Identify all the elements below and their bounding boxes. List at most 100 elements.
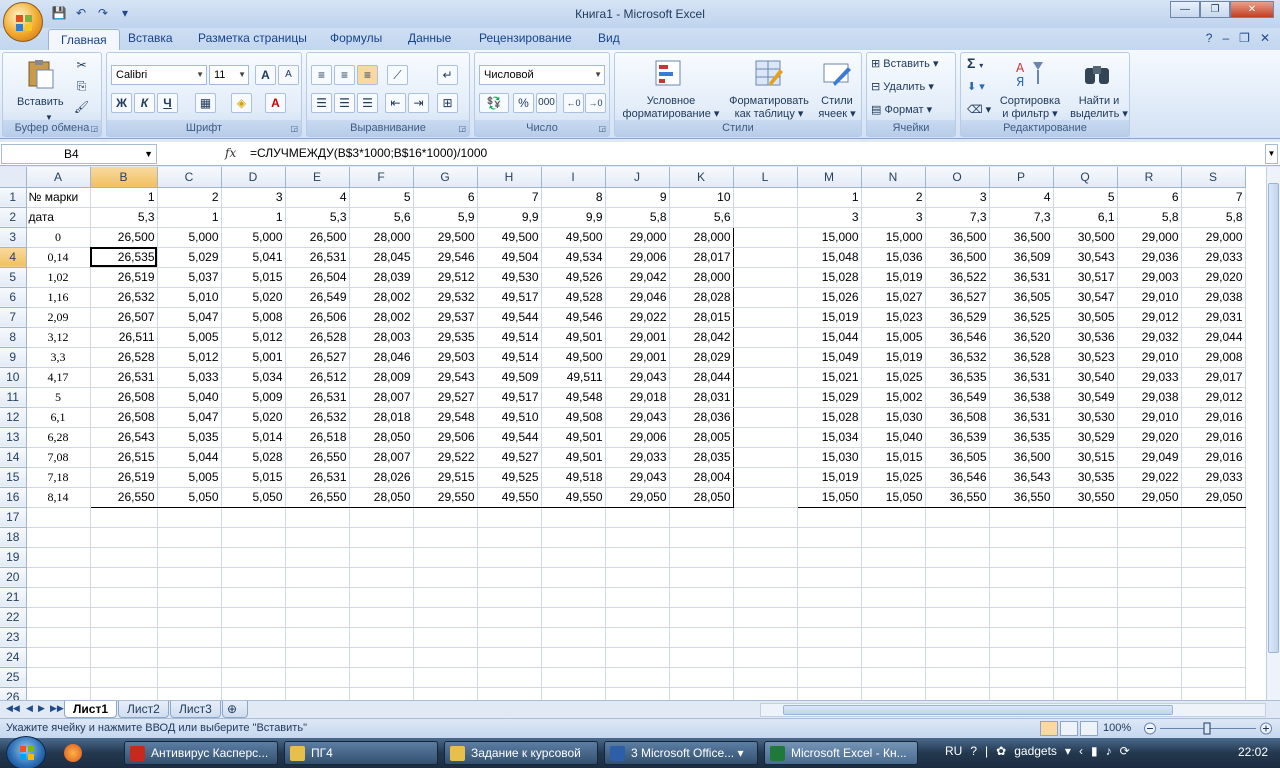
cell[interactable]: 36,520 [989,327,1054,348]
cell[interactable] [90,667,158,688]
cell[interactable] [413,507,478,528]
cell[interactable]: 10 [669,187,734,208]
cell[interactable] [477,567,542,588]
cell[interactable]: 15,050 [861,487,926,508]
cell[interactable] [989,587,1054,608]
tab-home[interactable]: Главная [48,29,120,51]
cell[interactable]: 5,012 [221,327,286,348]
cell[interactable]: 26,500 [285,226,350,248]
sync-icon[interactable]: ⟳ [1120,744,1130,758]
cell[interactable]: 5,009 [221,387,286,408]
paste-button[interactable]: Вставить [17,96,64,109]
cell[interactable]: 28,050 [349,427,414,448]
cell[interactable]: 29,506 [413,427,478,448]
next-sheet-icon[interactable]: ▶ [38,703,45,714]
cell[interactable] [797,587,862,608]
dialog-launcher-icon[interactable]: ◲ [598,124,606,133]
cell[interactable] [26,547,91,568]
cell[interactable] [733,507,798,528]
row-header[interactable]: 19 [0,547,27,568]
cell[interactable] [26,587,91,608]
cell[interactable] [733,307,798,328]
taskbar-item-excel[interactable]: Microsoft Excel - Кн... [764,741,918,765]
cell[interactable] [861,667,926,688]
cell[interactable]: 2,09 [26,307,91,328]
cell[interactable] [285,527,350,548]
align-right-icon[interactable]: ☰ [357,93,378,113]
cell[interactable]: 36,543 [989,467,1054,488]
cell[interactable] [221,647,286,668]
minimize-workbook-icon[interactable]: – [1222,31,1229,45]
cell[interactable]: 5,9 [413,207,478,228]
decrease-decimal-icon[interactable]: →0 [585,93,606,113]
cell[interactable] [541,627,606,648]
row-header[interactable]: 17 [0,507,27,528]
cell[interactable]: 15,015 [861,447,926,468]
cell[interactable]: 29,000 [605,226,670,248]
cell[interactable] [861,567,926,588]
cell[interactable] [733,207,798,228]
cell[interactable] [285,667,350,688]
cell[interactable]: 49,500 [477,226,542,248]
cell[interactable] [1053,687,1118,700]
cell[interactable] [797,627,862,648]
cell[interactable]: 29,020 [1117,427,1182,448]
cell[interactable]: 49,510 [477,407,542,428]
cell[interactable]: 49,509 [477,367,542,388]
cell[interactable]: 29,016 [1181,447,1246,468]
cell[interactable]: дата [26,207,91,228]
increase-indent-icon[interactable]: ⇥ [408,93,429,113]
cell[interactable] [26,607,91,628]
cell[interactable] [26,687,91,700]
align-top-icon[interactable]: ≡ [311,65,332,85]
cell[interactable]: 5,044 [157,447,222,468]
cell[interactable]: 36,535 [925,367,990,388]
cell[interactable] [1053,507,1118,528]
cell[interactable] [669,627,734,648]
cell[interactable]: 5,050 [221,487,286,508]
cell[interactable] [797,567,862,588]
row-header[interactable]: 10 [0,367,27,388]
cell[interactable]: 30,515 [1053,447,1118,468]
cell[interactable]: 29,000 [1181,226,1246,248]
cell[interactable]: 29,546 [413,247,478,268]
cell[interactable]: 26,550 [285,447,350,468]
cell[interactable] [477,507,542,528]
cell[interactable] [733,487,798,508]
cell[interactable] [605,607,670,628]
cell[interactable] [285,647,350,668]
cell[interactable]: 36,532 [925,347,990,368]
cell[interactable] [797,607,862,628]
cell[interactable] [285,607,350,628]
cell[interactable] [285,507,350,528]
cell[interactable] [413,547,478,568]
start-button[interactable] [6,736,46,768]
cell[interactable]: 5,008 [221,307,286,328]
cell[interactable]: 15,048 [796,247,862,268]
cell[interactable]: 26,531 [285,467,350,488]
cell[interactable]: 28,029 [669,347,734,368]
cell[interactable]: 49,544 [477,307,542,328]
cell[interactable]: 49,517 [477,387,542,408]
insert-cells-button[interactable]: ⊞ Вставить ▾ [871,58,939,71]
cell[interactable]: 9,9 [541,207,606,228]
cell[interactable] [349,607,414,628]
cell[interactable]: 36,531 [989,267,1054,288]
cell[interactable] [477,547,542,568]
cell[interactable] [605,507,670,528]
cell[interactable] [925,647,990,668]
cell[interactable]: 30,517 [1053,267,1118,288]
cell[interactable]: 26,511 [89,327,158,348]
minimize-button[interactable]: — [1170,1,1200,18]
column-header[interactable]: C [157,167,222,188]
cell[interactable] [349,567,414,588]
format-cells-button[interactable]: ▤ Формат ▾ [871,104,932,117]
cell[interactable] [26,567,91,588]
cell[interactable] [477,667,542,688]
cell[interactable] [925,567,990,588]
show-hidden-icons-icon[interactable]: ‹ [1079,744,1083,758]
cell[interactable] [925,607,990,628]
cell[interactable]: 15,034 [796,427,862,448]
cell[interactable] [797,527,862,548]
cell[interactable]: 29,548 [413,407,478,428]
